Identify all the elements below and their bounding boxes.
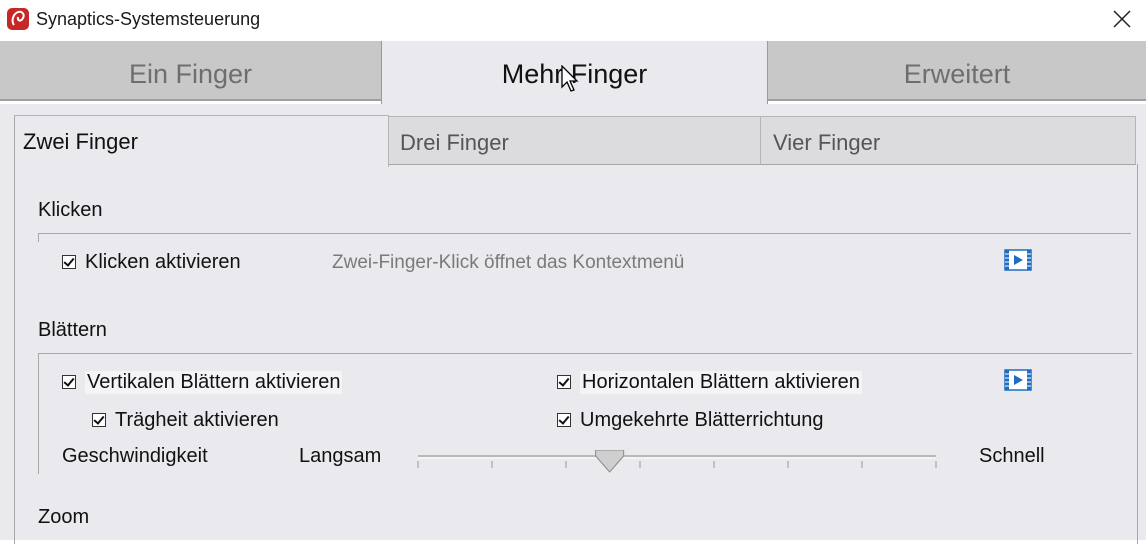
checkbox-box[interactable] — [92, 413, 106, 427]
speed-label: Geschwindigkeit — [62, 445, 208, 467]
checkbox-label: Vertikalen Blättern aktivieren — [85, 370, 343, 394]
slider-thumb[interactable] — [595, 450, 625, 473]
synaptics-logo-icon — [7, 8, 29, 30]
settings-panel: Drei Finger Vier Finger Zwei Finger Klic… — [0, 104, 1146, 544]
checkbox-box[interactable] — [557, 413, 571, 427]
speed-slider[interactable] — [417, 450, 937, 480]
checkbox-label: Horizontalen Blättern aktivieren — [580, 370, 862, 394]
slider-ticks — [417, 461, 937, 468]
tab-vier-finger[interactable]: Vier Finger — [761, 116, 1136, 165]
mouse-pointer-icon — [561, 65, 579, 92]
checkbox-label: Trägheit aktivieren — [115, 408, 279, 431]
tab-zwei-finger[interactable]: Zwei Finger — [14, 115, 389, 167]
close-button[interactable] — [1100, 0, 1146, 40]
section-zoom-title: Zoom — [38, 506, 90, 528]
umgekehrte-richtung-checkbox[interactable]: Umgekehrte Blätterrichtung — [557, 408, 823, 432]
checkbox-box[interactable] — [62, 255, 76, 269]
slow-label: Langsam — [299, 445, 382, 467]
section-klicken-title: Klicken — [38, 199, 103, 221]
vertikal-blaettern-checkbox[interactable]: Vertikalen Blättern aktivieren — [62, 370, 343, 394]
video-play-icon[interactable] — [1004, 369, 1032, 391]
title-bar: Synaptics-Systemsteuerung — [0, 0, 1146, 40]
horizontal-blaettern-checkbox[interactable]: Horizontalen Blättern aktivieren — [557, 370, 862, 394]
checkbox-label: Klicken aktivieren — [85, 250, 241, 273]
checkbox-box[interactable] — [557, 375, 571, 389]
klicken-aktivieren-checkbox[interactable]: Klicken aktivieren — [62, 250, 241, 274]
fast-label: Schnell — [979, 445, 1045, 467]
tab-ein-finger[interactable]: Ein Finger — [0, 41, 381, 101]
checkbox-box[interactable] — [62, 375, 76, 389]
close-icon — [1113, 10, 1131, 28]
traegheit-checkbox[interactable]: Trägheit aktivieren — [92, 408, 279, 432]
tab-erweitert[interactable]: Erweitert — [768, 41, 1146, 101]
checkbox-label: Umgekehrte Blätterrichtung — [580, 408, 824, 431]
tab-drei-finger[interactable]: Drei Finger — [388, 116, 761, 165]
window-title: Synaptics-Systemsteuerung — [36, 9, 261, 29]
video-play-icon[interactable] — [1004, 249, 1032, 271]
klicken-hint-text: Zwei-Finger-Klick öffnet das Kontextmenü — [332, 252, 685, 273]
section-blaettern-title: Blättern — [38, 319, 107, 341]
section-divider — [38, 233, 1131, 242]
